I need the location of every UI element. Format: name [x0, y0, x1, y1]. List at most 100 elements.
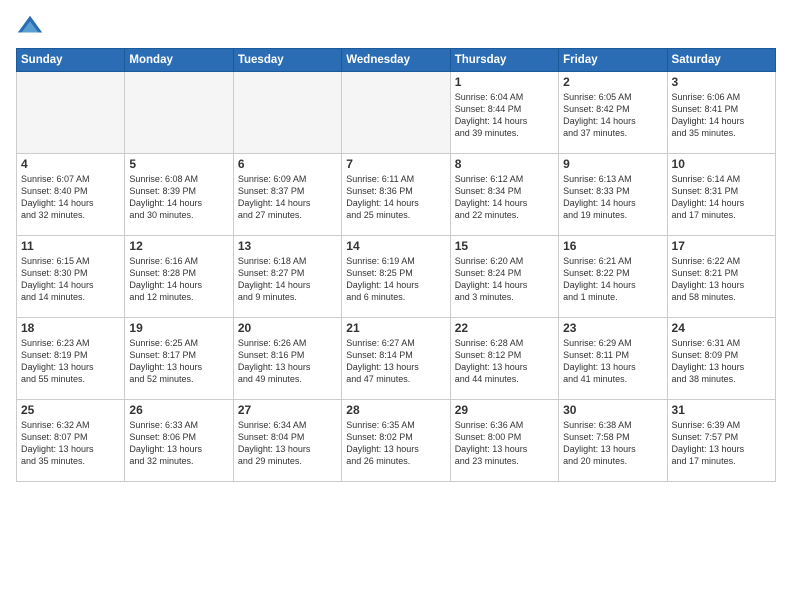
day-info: Sunrise: 6:34 AM Sunset: 8:04 PM Dayligh…: [238, 419, 337, 468]
day-info: Sunrise: 6:36 AM Sunset: 8:00 PM Dayligh…: [455, 419, 554, 468]
day-info: Sunrise: 6:14 AM Sunset: 8:31 PM Dayligh…: [672, 173, 771, 222]
calendar-cell: [17, 72, 125, 154]
day-info: Sunrise: 6:38 AM Sunset: 7:58 PM Dayligh…: [563, 419, 662, 468]
day-number: 19: [129, 321, 228, 335]
day-number: 25: [21, 403, 120, 417]
calendar-cell: 21 Sunrise: 6:27 AM Sunset: 8:14 PM Dayli…: [342, 318, 450, 400]
day-number: 26: [129, 403, 228, 417]
day-number: 16: [563, 239, 662, 253]
calendar-cell: 27Sunrise: 6:34 AM Sunset: 8:04 PM Dayli…: [233, 400, 341, 482]
day-info: Sunrise: 6:29 AM Sunset: 8:11 PM Dayligh…: [563, 337, 662, 386]
calendar-cell: 3 Sunrise: 6:06 AM Sunset: 8:41 PM Daylig…: [667, 72, 775, 154]
day-info: Sunrise: 6:25 AM Sunset: 8:17 PM Dayligh…: [129, 337, 228, 386]
calendar-cell: 24 Sunrise: 6:31 AM Sunset: 8:09 PM Dayli…: [667, 318, 775, 400]
calendar-cell: 19 Sunrise: 6:25 AM Sunset: 8:17 PM Dayli…: [125, 318, 233, 400]
calendar-cell: 16 Sunrise: 6:21 AM Sunset: 8:22 PM Dayli…: [559, 236, 667, 318]
day-number: 9: [563, 157, 662, 171]
day-info: Sunrise: 6:08 AM Sunset: 8:39 PM Dayligh…: [129, 173, 228, 222]
day-number: 8: [455, 157, 554, 171]
calendar-cell: 4 Sunrise: 6:07 AM Sunset: 8:40 PM Daylig…: [17, 154, 125, 236]
page: SundayMondayTuesdayWednesdayThursdayFrid…: [0, 0, 792, 612]
day-info: Sunrise: 6:11 AM Sunset: 8:36 PM Dayligh…: [346, 173, 445, 222]
day-number: 31: [672, 403, 771, 417]
weekday-saturday: Saturday: [667, 49, 775, 72]
logo: [16, 12, 48, 40]
calendar-cell: 28Sunrise: 6:35 AM Sunset: 8:02 PM Dayli…: [342, 400, 450, 482]
day-number: 21: [346, 321, 445, 335]
calendar-cell: 5Sunrise: 6:08 AM Sunset: 8:39 PM Daylig…: [125, 154, 233, 236]
day-number: 4: [21, 157, 120, 171]
calendar-cell: 22Sunrise: 6:28 AM Sunset: 8:12 PM Dayli…: [450, 318, 558, 400]
calendar-cell: [125, 72, 233, 154]
day-number: 24: [672, 321, 771, 335]
calendar-cell: 2 Sunrise: 6:05 AM Sunset: 8:42 PM Daylig…: [559, 72, 667, 154]
header: [16, 12, 776, 40]
day-info: Sunrise: 6:09 AM Sunset: 8:37 PM Dayligh…: [238, 173, 337, 222]
calendar-cell: [233, 72, 341, 154]
week-row-5: 25 Sunrise: 6:32 AM Sunset: 8:07 PM Dayli…: [17, 400, 776, 482]
week-row-2: 4 Sunrise: 6:07 AM Sunset: 8:40 PM Daylig…: [17, 154, 776, 236]
day-number: 7: [346, 157, 445, 171]
day-number: 12: [129, 239, 228, 253]
day-number: 18: [21, 321, 120, 335]
day-number: 1: [455, 75, 554, 89]
calendar-cell: 18 Sunrise: 6:23 AM Sunset: 8:19 PM Dayli…: [17, 318, 125, 400]
day-number: 10: [672, 157, 771, 171]
calendar-cell: 29 Sunrise: 6:36 AM Sunset: 8:00 PM Dayli…: [450, 400, 558, 482]
day-info: Sunrise: 6:18 AM Sunset: 8:27 PM Dayligh…: [238, 255, 337, 304]
calendar-cell: 13 Sunrise: 6:18 AM Sunset: 8:27 PM Dayli…: [233, 236, 341, 318]
calendar-cell: 10 Sunrise: 6:14 AM Sunset: 8:31 PM Dayli…: [667, 154, 775, 236]
day-number: 11: [21, 239, 120, 253]
day-info: Sunrise: 6:27 AM Sunset: 8:14 PM Dayligh…: [346, 337, 445, 386]
day-info: Sunrise: 6:07 AM Sunset: 8:40 PM Dayligh…: [21, 173, 120, 222]
day-info: Sunrise: 6:31 AM Sunset: 8:09 PM Dayligh…: [672, 337, 771, 386]
day-number: 30: [563, 403, 662, 417]
day-info: Sunrise: 6:15 AM Sunset: 8:30 PM Dayligh…: [21, 255, 120, 304]
calendar-cell: 23 Sunrise: 6:29 AM Sunset: 8:11 PM Dayli…: [559, 318, 667, 400]
weekday-wednesday: Wednesday: [342, 49, 450, 72]
calendar-cell: 9 Sunrise: 6:13 AM Sunset: 8:33 PM Daylig…: [559, 154, 667, 236]
logo-icon: [16, 12, 44, 40]
calendar-cell: 31 Sunrise: 6:39 AM Sunset: 7:57 PM Dayli…: [667, 400, 775, 482]
day-info: Sunrise: 6:32 AM Sunset: 8:07 PM Dayligh…: [21, 419, 120, 468]
weekday-header-row: SundayMondayTuesdayWednesdayThursdayFrid…: [17, 49, 776, 72]
calendar-cell: 1Sunrise: 6:04 AM Sunset: 8:44 PM Daylig…: [450, 72, 558, 154]
day-number: 15: [455, 239, 554, 253]
week-row-4: 18 Sunrise: 6:23 AM Sunset: 8:19 PM Dayli…: [17, 318, 776, 400]
weekday-tuesday: Tuesday: [233, 49, 341, 72]
calendar-table: SundayMondayTuesdayWednesdayThursdayFrid…: [16, 48, 776, 482]
day-info: Sunrise: 6:21 AM Sunset: 8:22 PM Dayligh…: [563, 255, 662, 304]
day-info: Sunrise: 6:13 AM Sunset: 8:33 PM Dayligh…: [563, 173, 662, 222]
week-row-3: 11 Sunrise: 6:15 AM Sunset: 8:30 PM Dayli…: [17, 236, 776, 318]
calendar-cell: 7 Sunrise: 6:11 AM Sunset: 8:36 PM Daylig…: [342, 154, 450, 236]
calendar-cell: 17Sunrise: 6:22 AM Sunset: 8:21 PM Dayli…: [667, 236, 775, 318]
calendar-cell: 12 Sunrise: 6:16 AM Sunset: 8:28 PM Dayli…: [125, 236, 233, 318]
day-number: 20: [238, 321, 337, 335]
day-info: Sunrise: 6:39 AM Sunset: 7:57 PM Dayligh…: [672, 419, 771, 468]
day-info: Sunrise: 6:05 AM Sunset: 8:42 PM Dayligh…: [563, 91, 662, 140]
day-info: Sunrise: 6:16 AM Sunset: 8:28 PM Dayligh…: [129, 255, 228, 304]
calendar-cell: 6Sunrise: 6:09 AM Sunset: 8:37 PM Daylig…: [233, 154, 341, 236]
day-info: Sunrise: 6:26 AM Sunset: 8:16 PM Dayligh…: [238, 337, 337, 386]
calendar-cell: 11 Sunrise: 6:15 AM Sunset: 8:30 PM Dayli…: [17, 236, 125, 318]
day-info: Sunrise: 6:35 AM Sunset: 8:02 PM Dayligh…: [346, 419, 445, 468]
day-number: 17: [672, 239, 771, 253]
day-info: Sunrise: 6:20 AM Sunset: 8:24 PM Dayligh…: [455, 255, 554, 304]
day-number: 22: [455, 321, 554, 335]
day-number: 29: [455, 403, 554, 417]
day-number: 13: [238, 239, 337, 253]
day-number: 23: [563, 321, 662, 335]
day-number: 2: [563, 75, 662, 89]
day-info: Sunrise: 6:23 AM Sunset: 8:19 PM Dayligh…: [21, 337, 120, 386]
day-number: 3: [672, 75, 771, 89]
calendar-cell: 14Sunrise: 6:19 AM Sunset: 8:25 PM Dayli…: [342, 236, 450, 318]
calendar-cell: 30 Sunrise: 6:38 AM Sunset: 7:58 PM Dayli…: [559, 400, 667, 482]
calendar-cell: 20 Sunrise: 6:26 AM Sunset: 8:16 PM Dayli…: [233, 318, 341, 400]
day-info: Sunrise: 6:06 AM Sunset: 8:41 PM Dayligh…: [672, 91, 771, 140]
calendar-cell: 25 Sunrise: 6:32 AM Sunset: 8:07 PM Dayli…: [17, 400, 125, 482]
calendar-cell: 8Sunrise: 6:12 AM Sunset: 8:34 PM Daylig…: [450, 154, 558, 236]
day-info: Sunrise: 6:33 AM Sunset: 8:06 PM Dayligh…: [129, 419, 228, 468]
week-row-1: 1Sunrise: 6:04 AM Sunset: 8:44 PM Daylig…: [17, 72, 776, 154]
weekday-thursday: Thursday: [450, 49, 558, 72]
calendar-cell: 26 Sunrise: 6:33 AM Sunset: 8:06 PM Dayli…: [125, 400, 233, 482]
